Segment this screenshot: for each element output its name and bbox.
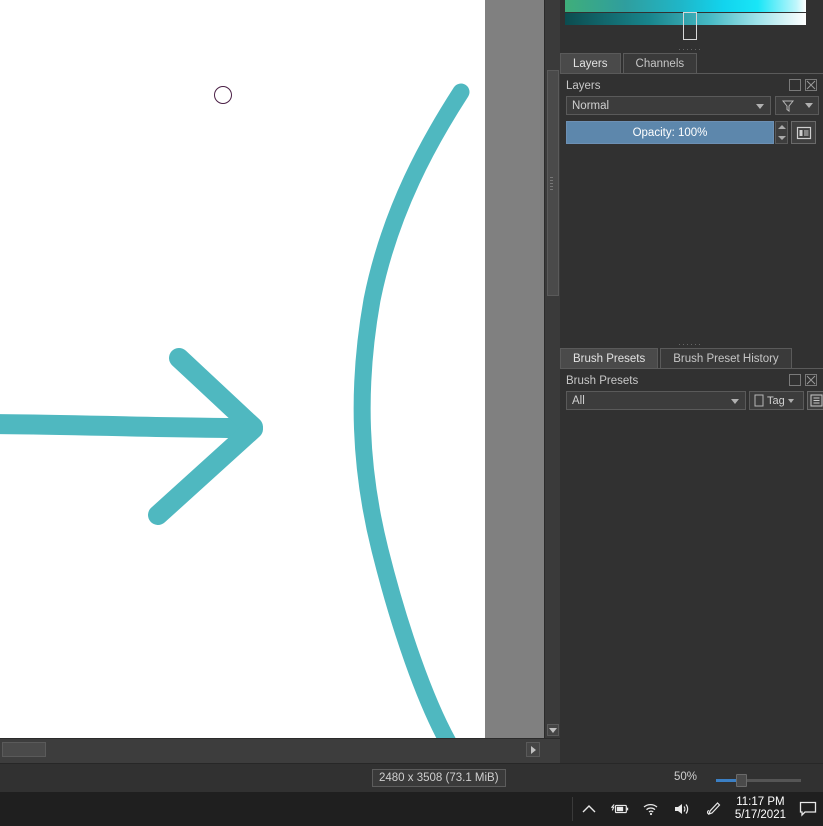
blend-mode-row: Normal [566, 96, 819, 115]
document-canvas[interactable] [0, 0, 485, 738]
opacity-spinner[interactable] [775, 121, 788, 144]
chevron-down-icon [805, 103, 813, 108]
scroll-down-arrow-icon[interactable] [547, 724, 559, 736]
tab-layers[interactable]: Layers [560, 53, 621, 73]
chevron-down-icon [787, 398, 794, 403]
taskbar-clock[interactable]: 11:17 PM 5/17/2021 [735, 796, 786, 822]
color-slider-handle[interactable] [683, 12, 697, 40]
funnel-icon [781, 100, 795, 112]
blend-mode-value: Normal [572, 99, 610, 112]
canvas-vertical-scrollbar[interactable] [544, 0, 560, 738]
zoom-level-label: 50% [674, 771, 698, 783]
float-docker-icon[interactable] [789, 79, 801, 91]
artwork-strokes [0, 83, 470, 738]
color-selector-sliders[interactable] [565, 0, 810, 40]
brush-filter-row: All Tag [566, 391, 823, 410]
system-tray: 11:17 PM 5/17/2021 [580, 792, 817, 826]
tab-brush-presets[interactable]: Brush Presets [560, 348, 659, 368]
layers-docker-titlebar: Layers [560, 78, 823, 94]
pen-ink-icon[interactable] [704, 800, 722, 818]
zoom-slider[interactable] [716, 774, 801, 787]
brush-cursor-outline [214, 86, 232, 104]
windows-taskbar: 11:17 PM 5/17/2021 [0, 792, 823, 826]
layer-properties-button[interactable] [791, 121, 816, 144]
canvas-horizontal-scrollbar[interactable] [0, 738, 560, 763]
brush-tag-filter-select[interactable]: All [566, 391, 746, 410]
taskbar-divider [572, 797, 573, 821]
spinner-down-icon[interactable] [777, 135, 786, 140]
preset-options-button[interactable] [807, 391, 823, 410]
tab-channels[interactable]: Channels [622, 53, 698, 73]
layer-filter-button[interactable] [775, 96, 819, 115]
document-size-label[interactable]: 2480 x 3508 (73.1 MiB) [372, 769, 506, 787]
notifications-icon[interactable] [799, 800, 817, 818]
volume-icon[interactable] [673, 800, 691, 818]
properties-icon [796, 126, 811, 139]
tag-button[interactable]: Tag [749, 391, 804, 410]
chevron-down-icon [756, 104, 764, 109]
close-docker-icon[interactable] [805, 79, 817, 91]
hue-gradient-slider[interactable] [565, 0, 806, 12]
wifi-icon[interactable] [642, 800, 660, 818]
scrollbar-grip-icon [550, 177, 553, 191]
list-options-icon [810, 394, 822, 407]
zoom-slider-handle[interactable] [736, 774, 747, 787]
opacity-slider[interactable]: Opacity: 100% [566, 121, 774, 144]
brush-docker-titlebar: Brush Presets [560, 373, 823, 389]
spinner-up-icon[interactable] [777, 125, 786, 130]
vertical-scrollbar-thumb[interactable] [547, 70, 559, 296]
clock-time: 11:17 PM [736, 796, 785, 808]
tab-brush-preset-history[interactable]: Brush Preset History [660, 348, 792, 368]
tag-icon [754, 394, 764, 407]
float-docker-icon[interactable] [789, 374, 801, 386]
chevron-down-icon [731, 399, 739, 404]
opacity-row: Opacity: 100% [566, 121, 816, 144]
right-docker-column: ······ Layers Channels Layers Normal Opa… [560, 0, 823, 763]
brush-docker-tabrow: Brush Presets Brush Preset History [560, 348, 823, 369]
battery-charging-icon[interactable] [610, 800, 629, 818]
clock-date: 5/17/2021 [734, 809, 786, 821]
canvas-area[interactable] [0, 0, 560, 763]
layers-docker-tabrow: Layers Channels [560, 53, 823, 74]
opacity-label: Opacity: 100% [632, 126, 708, 139]
show-hidden-icons-icon[interactable] [580, 800, 598, 818]
close-docker-icon[interactable] [805, 374, 817, 386]
horizontal-scrollbar-thumb[interactable] [2, 742, 46, 757]
blend-mode-select[interactable]: Normal [566, 96, 771, 115]
brush-filter-value: All [572, 394, 585, 407]
brush-docker-title: Brush Presets [566, 375, 639, 387]
status-bar: 2480 x 3508 (73.1 MiB) 50% [0, 763, 823, 792]
layers-docker-title: Layers [566, 80, 601, 92]
scroll-right-arrow-icon[interactable] [526, 742, 540, 757]
value-gradient-slider[interactable] [565, 12, 806, 40]
krita-application-window: ······ Layers Channels Layers Normal Opa… [0, 0, 823, 826]
tag-label: Tag [767, 394, 785, 407]
